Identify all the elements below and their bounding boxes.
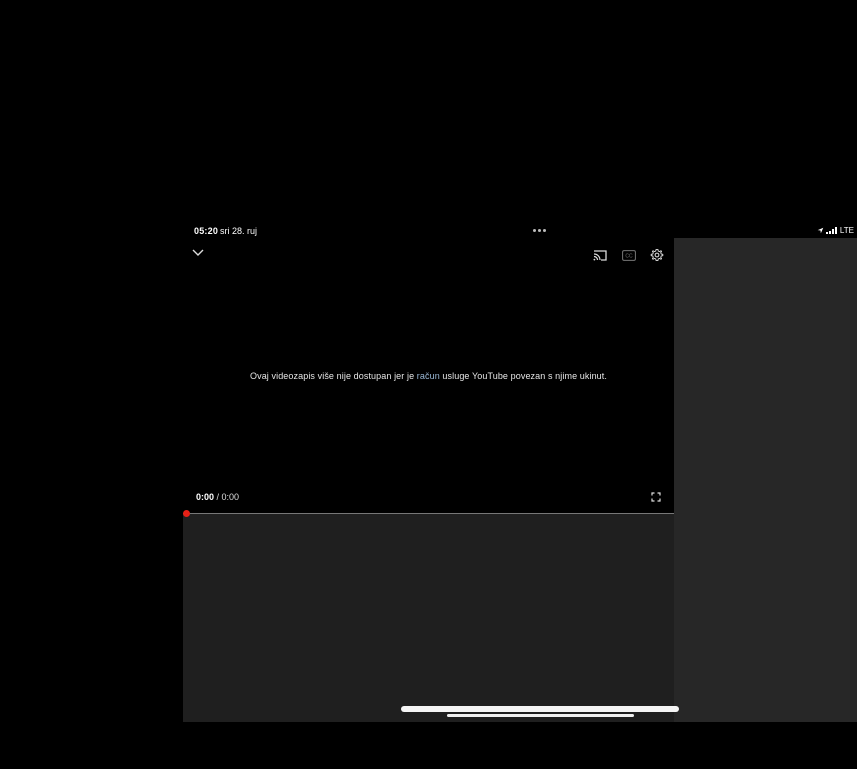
progress-bar[interactable] — [183, 513, 674, 514]
progress-scrubber[interactable] — [183, 510, 190, 517]
status-bar: 05:20 sri 28. ruj LTE — [183, 224, 857, 238]
unavailable-message: Ovaj videozapis više nije dostupan jer j… — [183, 371, 674, 381]
network-type: LTE — [839, 226, 854, 235]
current-time: 0:00 — [196, 492, 215, 502]
location-arrow-icon — [817, 227, 824, 234]
home-indicator[interactable] — [447, 714, 634, 717]
video-info-area — [183, 514, 674, 722]
video-player[interactable]: CC Ovaj videozapis više nije dostupan je… — [183, 238, 674, 514]
time-separator: / — [214, 492, 222, 502]
sheet-handle[interactable] — [401, 706, 679, 712]
account-link[interactable]: račun — [417, 371, 440, 381]
multitasking-dots-icon[interactable] — [533, 225, 547, 235]
time-display: 0:00 / 0:00 — [196, 492, 239, 502]
message-text-end: usluge YouTube povezan s njime ukinut. — [439, 371, 607, 381]
status-indicators: LTE — [817, 226, 854, 235]
message-text-start: Ovaj videozapis više nije dostupan jer j… — [250, 371, 417, 381]
cc-icon[interactable]: CC — [620, 246, 638, 264]
cast-icon[interactable] — [591, 246, 609, 264]
total-time: 0:00 — [221, 492, 240, 502]
chevron-down-icon[interactable] — [191, 246, 205, 260]
svg-text:CC: CC — [625, 253, 633, 259]
gear-icon[interactable] — [648, 246, 666, 264]
signal-icon — [825, 227, 837, 234]
side-panel — [674, 238, 857, 722]
status-date: sri 28. ruj — [220, 226, 258, 236]
status-time: 05:20 — [194, 226, 219, 236]
fullscreen-icon[interactable] — [650, 491, 662, 503]
